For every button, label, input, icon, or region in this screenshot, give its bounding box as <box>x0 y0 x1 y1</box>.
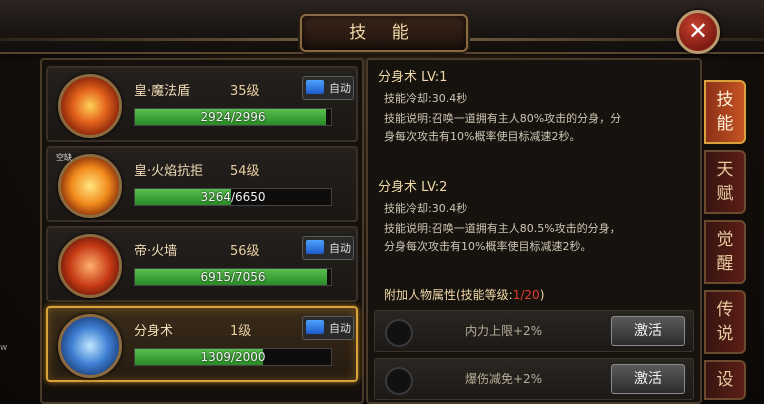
tab-label: 说 <box>716 324 734 344</box>
fire-wall-icon <box>58 234 122 298</box>
skill-level: 56级 <box>230 244 260 259</box>
lv1-desc-line1: 技能说明:召唤一道拥有主人80%攻击的分身，分 <box>384 112 622 125</box>
skill-level: 54级 <box>230 164 260 179</box>
lv2-desc-line1: 技能说明:召唤一道拥有主人80.5%攻击的分身， <box>384 222 621 235</box>
attr-title-prefix: 附加人物属性(技能等级: <box>384 288 513 302</box>
attr-slot-icon <box>385 319 413 347</box>
auto-toggle[interactable]: 自动 <box>302 236 354 260</box>
lv1-desc-line2: 身每次攻击有10%概率使目标减速2秒。 <box>384 130 581 143</box>
tab-label: 设 <box>716 370 734 390</box>
auto-label: 自动 <box>329 242 351 255</box>
lv1-header: 分身术 LV:1 <box>378 70 448 85</box>
skill-row-magic-shield[interactable]: 皇·魔法盾 35级 自动 2924/2996 <box>46 66 358 142</box>
title-bar: 技 能 ✕ <box>0 0 764 54</box>
edge-mark: w <box>0 343 8 353</box>
tab-label: 醒 <box>716 254 734 274</box>
lv2-header: 分身术 LV:2 <box>378 180 448 195</box>
lv2-desc-line2: 分身每次攻击有10%概率使目标减速2秒。 <box>384 240 592 253</box>
skill-name: 皇·火焰抗拒 <box>134 164 204 179</box>
tab-awaken[interactable]: 觉 醒 <box>704 220 746 284</box>
skill-list[interactable]: 皇·魔法盾 35级 自动 2924/2996 空缺 皇·火焰抗拒 54级 326… <box>40 58 364 404</box>
tab-label: 能 <box>716 114 734 134</box>
skill-level: 1级 <box>230 324 252 339</box>
flame-repel-icon <box>58 154 122 218</box>
tab-legend[interactable]: 传 说 <box>704 290 746 354</box>
auto-toggle[interactable]: 自动 <box>302 76 354 100</box>
exp-text: 6915/7056 <box>200 270 266 284</box>
game-window: 技 能 ✕ w 皇·魔法盾 35级 自动 2924/2996 空缺 皇·火焰抗拒… <box>0 0 764 404</box>
skill-level: 35级 <box>230 84 260 99</box>
auto-toggle[interactable]: 自动 <box>302 316 354 340</box>
tab-talent[interactable]: 天 赋 <box>704 150 746 214</box>
tab-skills[interactable]: 技 能 <box>704 80 746 144</box>
attr-title: 附加人物属性(技能等级:1/20) <box>384 286 544 303</box>
attr-title-suffix: ) <box>539 288 545 302</box>
magic-shield-icon <box>58 74 122 138</box>
exp-bar: 3264/6650 <box>134 188 332 206</box>
close-button[interactable]: ✕ <box>676 10 720 54</box>
attr-slot-icon <box>385 367 413 395</box>
exp-bar: 6915/7056 <box>134 268 332 286</box>
skill-row-fire-wall[interactable]: 帝·火墙 56级 自动 6915/7056 <box>46 226 358 302</box>
skill-detail-panel: 分身术 LV:1 技能冷却:30.4秒 技能说明:召唤一道拥有主人80%攻击的分… <box>366 58 702 404</box>
window-title: 技 能 <box>300 14 468 52</box>
side-tabs: 技 能 天 赋 觉 醒 传 说 设 <box>704 58 750 400</box>
tab-label: 传 <box>716 300 734 320</box>
tab-label: 觉 <box>716 230 734 250</box>
attr-row-crit-reduction: 爆伤减免+2% 激活 <box>374 358 694 400</box>
checkbox-icon <box>306 240 324 254</box>
exp-text: 2924/2996 <box>200 110 266 124</box>
tab-label: 赋 <box>716 184 734 204</box>
clone-icon <box>58 314 122 378</box>
checkbox-icon <box>306 320 324 334</box>
skill-tag: 空缺 <box>56 153 72 162</box>
exp-bar: 1309/2000 <box>134 348 332 366</box>
skill-name: 分身术 <box>134 324 174 339</box>
tab-label: 天 <box>716 160 734 180</box>
skill-name: 帝·火墙 <box>134 244 178 259</box>
attr-row-mana: 内力上限+2% 激活 <box>374 310 694 352</box>
checkbox-icon <box>306 80 324 94</box>
exp-bar: 2924/2996 <box>134 108 332 126</box>
lv2-cooldown: 技能冷却:30.4秒 <box>384 202 468 215</box>
activate-button[interactable]: 激活 <box>611 316 685 346</box>
skill-row-flame-repel[interactable]: 空缺 皇·火焰抗拒 54级 3264/6650 <box>46 146 358 222</box>
auto-label: 自动 <box>329 82 351 95</box>
activate-button[interactable]: 激活 <box>611 364 685 394</box>
tab-label: 技 <box>716 90 734 110</box>
skill-row-clone[interactable]: 分身术 1级 自动 1309/2000 <box>46 306 358 382</box>
auto-label: 自动 <box>329 322 351 335</box>
tab-settings[interactable]: 设 <box>704 360 746 400</box>
attr-text: 爆伤减免+2% <box>465 372 543 386</box>
attr-text: 内力上限+2% <box>465 324 543 338</box>
exp-text: 3264/6650 <box>200 190 266 204</box>
skill-name: 皇·魔法盾 <box>134 84 191 99</box>
lv1-cooldown: 技能冷却:30.4秒 <box>384 92 468 105</box>
attr-level-count: 1/20 <box>512 288 540 302</box>
exp-text: 1309/2000 <box>200 350 266 364</box>
